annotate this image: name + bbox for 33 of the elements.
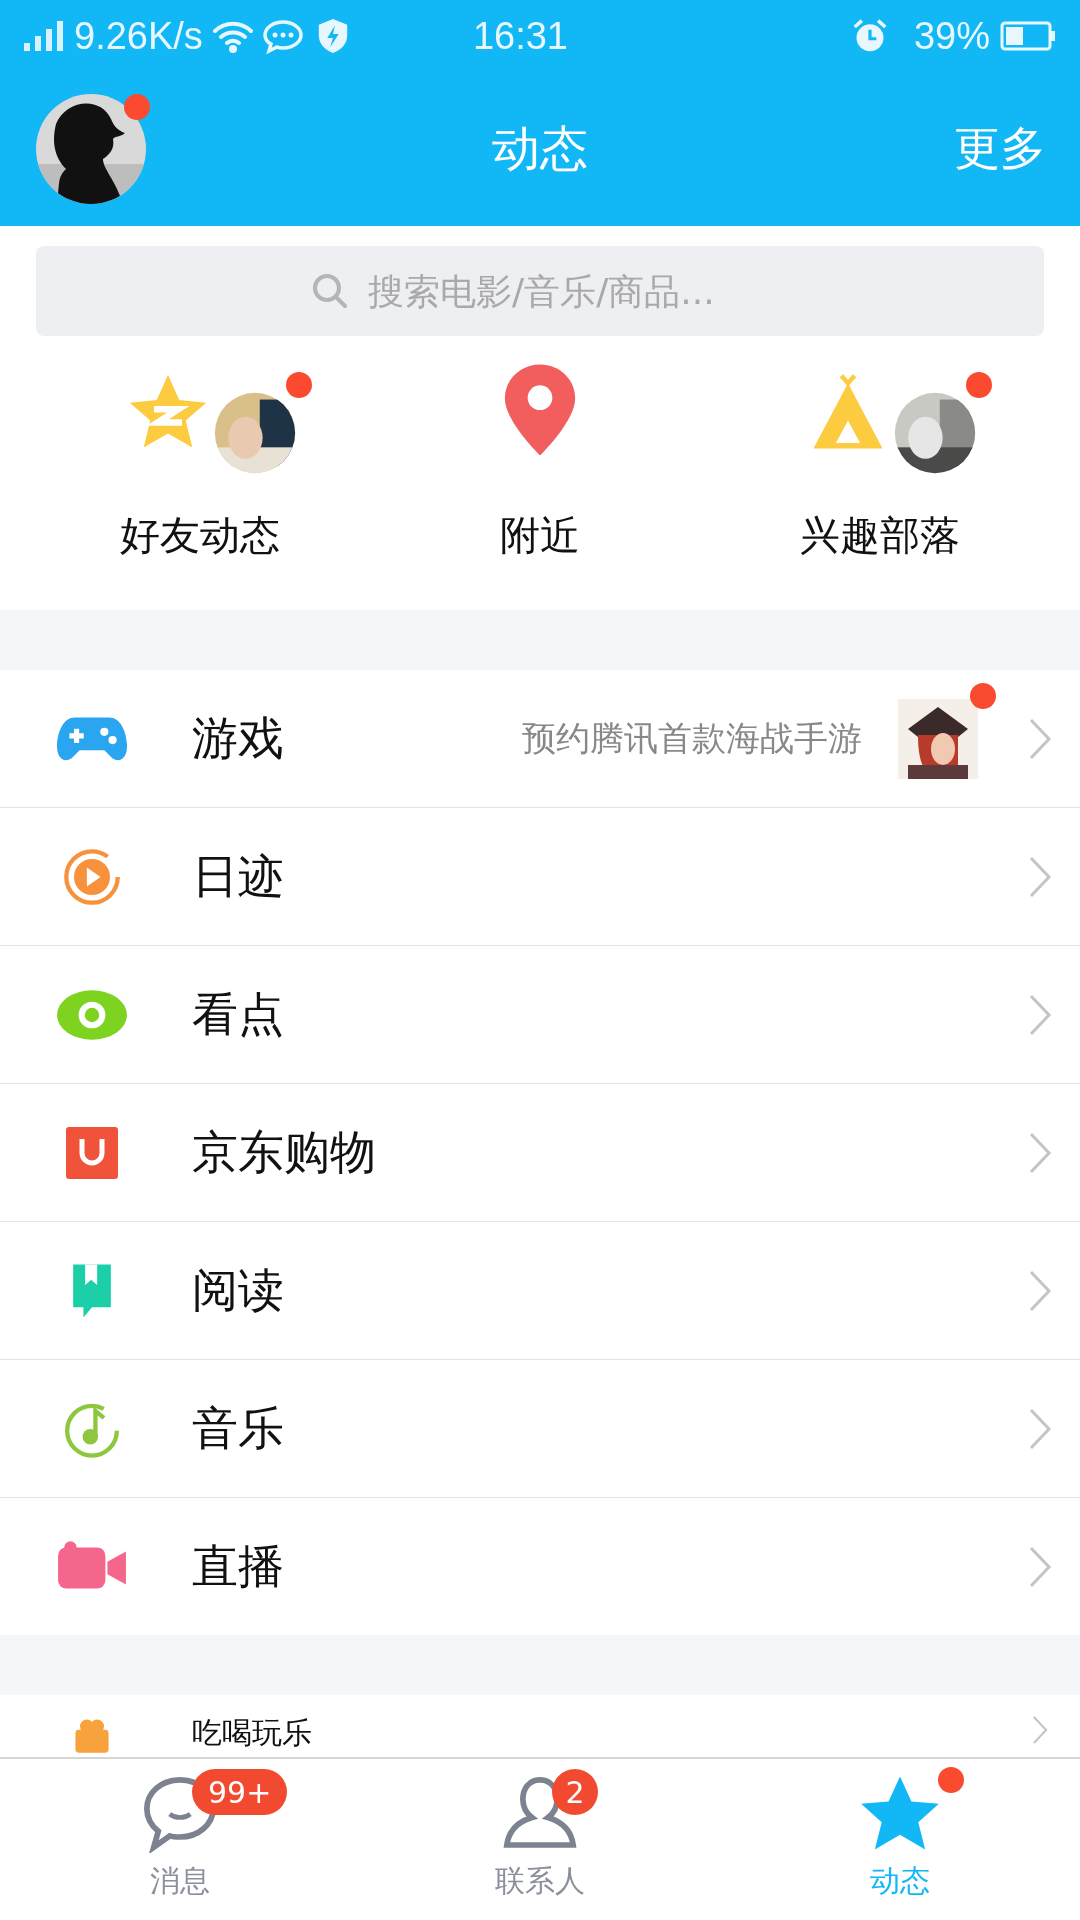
- signal-icon: [24, 21, 64, 51]
- menu-label: 阅读: [192, 1261, 284, 1319]
- battery-percent: 39%: [913, 14, 990, 58]
- search-field[interactable]: 搜索电影/音乐/商品...: [36, 246, 1044, 336]
- menu-label: 直播: [192, 1537, 284, 1595]
- menu-label: 看点: [192, 985, 284, 1043]
- menu-label: 游戏: [192, 709, 284, 767]
- shortcut-label[interactable]: 附近: [500, 508, 580, 563]
- menu-subtitle: 预约腾讯首款海战手游: [522, 716, 862, 760]
- chat-bubble-icon: [262, 18, 303, 54]
- page-title: 动态: [492, 119, 588, 178]
- shortcut-label[interactable]: 兴趣部落: [800, 508, 960, 563]
- network-speed: 9.26K/s: [74, 14, 203, 58]
- chevron-right-icon: [1028, 1130, 1052, 1175]
- menu-label: 音乐: [192, 1399, 284, 1457]
- unread-count-badge: 2: [552, 1769, 598, 1815]
- search-icon: [310, 271, 350, 311]
- chevron-right-icon: [1028, 992, 1052, 1037]
- chevron-right-icon: [1028, 716, 1052, 761]
- battery-icon: [1000, 21, 1056, 51]
- tab[interactable]: 2 联系人: [390, 1759, 690, 1920]
- menu-label: 吃喝玩乐: [192, 1715, 312, 1751]
- chevron-right-icon: [1028, 1406, 1052, 1451]
- chevron-right-icon: [1028, 854, 1052, 899]
- location-pin-icon[interactable]: [502, 362, 578, 458]
- menu-label: 日迹: [192, 847, 284, 905]
- clock-time: 16:31: [472, 14, 568, 58]
- chevron-right-icon: [1028, 1268, 1052, 1313]
- unread-count-badge: 99+: [192, 1769, 288, 1815]
- shortcut-label[interactable]: 好友动态: [120, 508, 280, 563]
- menu-label: 京东购物: [192, 1123, 376, 1181]
- chevron-right-icon: [1028, 1544, 1052, 1589]
- tab[interactable]: 99+ 消息: [30, 1759, 330, 1920]
